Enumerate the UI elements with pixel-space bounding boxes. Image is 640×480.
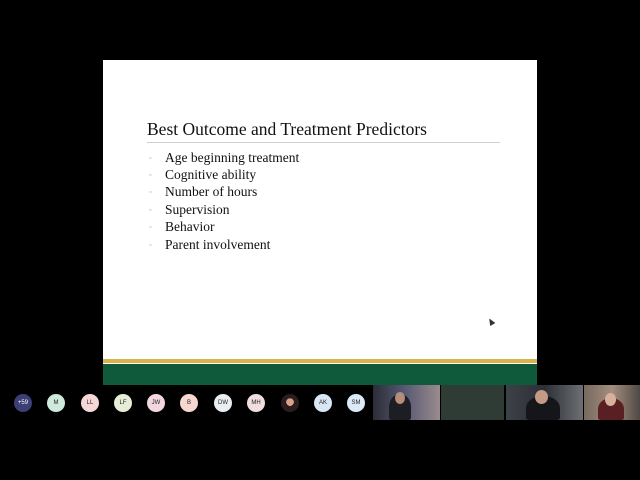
bullet-item: ▫ Parent involvement <box>149 236 299 253</box>
slide-footer-accent <box>103 359 537 363</box>
bullet-item: ▫ Behavior <box>149 219 299 236</box>
bullet-icon: ▫ <box>149 153 152 162</box>
bullet-item: ▫ Cognitive ability <box>149 166 299 183</box>
participant-avatar[interactable]: LL <box>81 394 99 412</box>
participant-avatar[interactable]: DW <box>214 394 232 412</box>
bullet-text: Number of hours <box>165 184 258 200</box>
bullet-item: ▫ Supervision <box>149 201 299 218</box>
bullet-text: Age beginning treatment <box>165 149 300 165</box>
bullet-text: Parent involvement <box>165 236 271 252</box>
participant-overflow-count[interactable]: +59 <box>14 394 32 412</box>
bullet-item: ▫ Number of hours <box>149 184 299 201</box>
participant-avatar[interactable]: AK <box>314 394 332 412</box>
slide-footer-bar <box>103 364 537 385</box>
video-tile[interactable] <box>584 385 640 420</box>
participant-face <box>535 390 548 404</box>
bullet-text: Behavior <box>165 219 215 235</box>
participant-avatar[interactable]: JW <box>147 394 165 412</box>
video-tile[interactable] <box>441 385 504 420</box>
bullet-icon: ▫ <box>149 240 152 249</box>
bullet-icon: ▫ <box>149 171 152 180</box>
bullet-icon: ▫ <box>149 205 152 214</box>
video-tile[interactable] <box>373 385 440 420</box>
bullet-item: ▫ Age beginning treatment <box>149 149 299 166</box>
bullet-icon: ▫ <box>149 223 152 232</box>
participant-avatar[interactable]: M <box>47 394 65 412</box>
participant-face <box>605 393 616 406</box>
participant-avatar[interactable]: LF <box>114 394 132 412</box>
presentation-slide: Best Outcome and Treatment Predictors ▫ A… <box>103 60 537 385</box>
video-tile[interactable] <box>506 385 583 420</box>
participant-avatar[interactable]: B <box>180 394 198 412</box>
participant-avatar[interactable]: SM <box>347 394 365 412</box>
bullet-text: Supervision <box>165 201 230 217</box>
mouse-cursor-icon <box>486 316 496 327</box>
bullet-list: ▫ Age beginning treatment ▫ Cognitive abil… <box>149 149 299 253</box>
participant-photo-avatar[interactable] <box>281 394 299 412</box>
participant-face <box>395 392 405 404</box>
bullet-icon: ▫ <box>149 188 152 197</box>
title-divider <box>147 142 500 143</box>
participant-avatar[interactable]: MH <box>247 394 265 412</box>
bullet-text: Cognitive ability <box>165 167 257 183</box>
slide-title: Best Outcome and Treatment Predictors <box>147 119 427 139</box>
